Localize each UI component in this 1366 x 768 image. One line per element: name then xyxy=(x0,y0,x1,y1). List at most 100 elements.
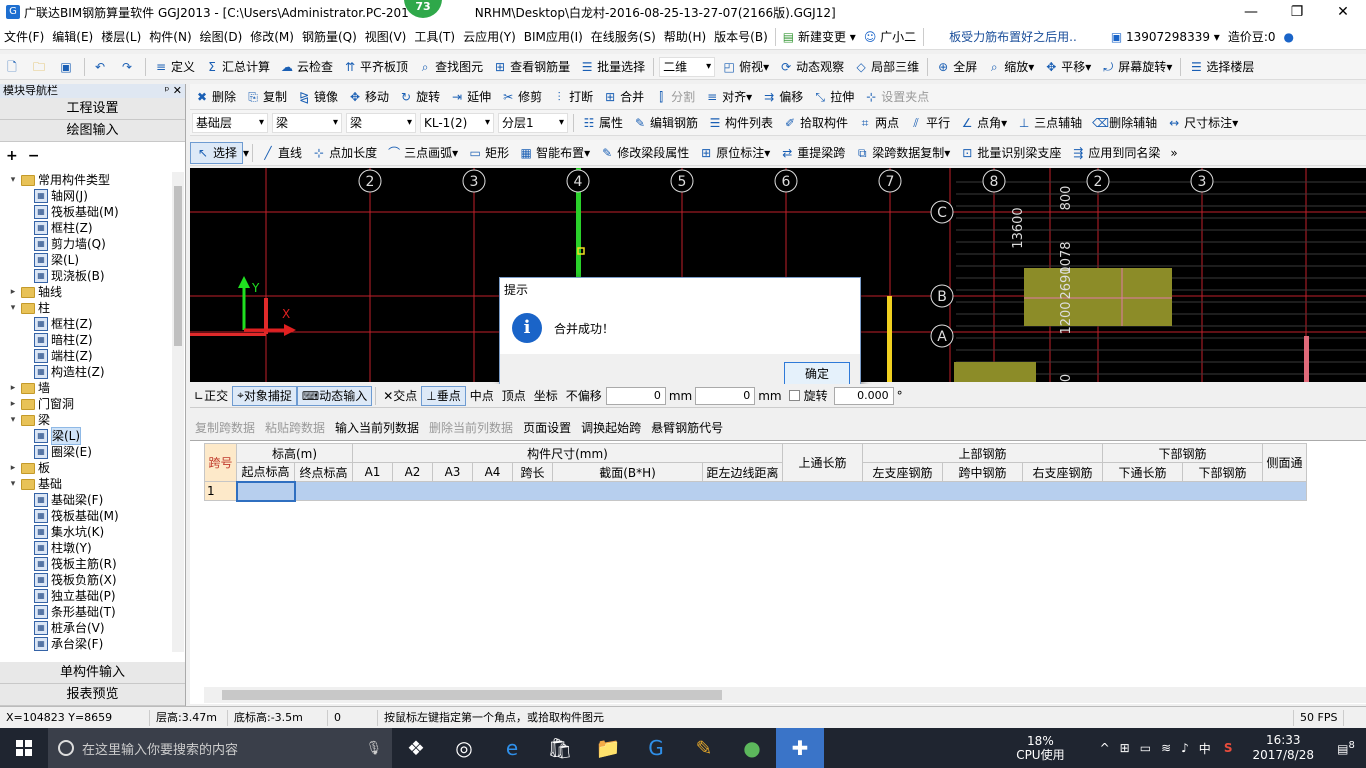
fullscreen-button[interactable]: ⊕ 全屏 xyxy=(931,56,982,78)
vertex-snap[interactable]: 顶点 xyxy=(498,386,530,406)
tree-item[interactable]: ▦ 承台梁(F) xyxy=(0,636,172,652)
green-app-icon[interactable]: ● xyxy=(728,728,776,768)
tree-item[interactable]: ▦ 筏板负筋(X) xyxy=(0,572,172,588)
beans-balance[interactable]: 造价豆:0 xyxy=(1224,28,1280,45)
active-cell[interactable] xyxy=(235,480,296,502)
tool-4-button[interactable]: ⌗ 两点 xyxy=(853,112,904,134)
tree-item[interactable]: ▦ 轴网(J) xyxy=(0,188,172,204)
pin-icon[interactable]: ᵖ xyxy=(165,84,170,97)
menu-item[interactable]: 在线服务(S) xyxy=(587,28,660,45)
volume-icon[interactable]: ♪ xyxy=(1181,741,1189,755)
floor-dropdown[interactable]: 基础层 xyxy=(192,112,268,133)
grid-tool-button[interactable]: 删除当前列数据 xyxy=(424,419,518,436)
tool-1-button[interactable]: ⊹ 点加长度 xyxy=(307,142,382,164)
close-button[interactable]: ✕ xyxy=(1320,0,1366,24)
notification-center-icon[interactable]: ▤8 xyxy=(1326,740,1366,756)
pan-button[interactable]: ✥ 平移 ▾ xyxy=(1039,56,1096,78)
minimize-button[interactable]: — xyxy=(1228,0,1274,24)
tree-item[interactable]: ▾ 梁 xyxy=(0,412,172,428)
tree-item[interactable]: ▦ 基础梁(F) xyxy=(0,492,172,508)
tree-item[interactable]: ▦ 筏板基础(M) xyxy=(0,508,172,524)
tool-0-button[interactable]: ☷ 属性 xyxy=(577,112,628,134)
perpendicular-snap[interactable]: ⊥ 垂点 xyxy=(421,385,466,406)
task-view-icon[interactable]: ❖ xyxy=(392,728,440,768)
table-row[interactable] xyxy=(294,481,1307,501)
beans-icon[interactable]: ● xyxy=(1280,30,1298,44)
tree-item[interactable]: ▦ 框柱(Z) xyxy=(0,220,172,236)
tool-12-button[interactable]: ⤡ 拉伸 xyxy=(808,86,859,108)
tool-5-button[interactable]: ⇥ 延伸 xyxy=(445,86,496,108)
tool-7-button[interactable]: ⇄ 重提梁跨 xyxy=(775,142,850,164)
collapse-all-icon[interactable]: − xyxy=(28,148,40,164)
tool-8-button[interactable]: ⌫ 删除辅轴 xyxy=(1087,112,1162,134)
view-mode-dropdown[interactable]: 二维 xyxy=(659,56,716,77)
tree-item[interactable]: ▦ 现浇板(B) xyxy=(0,268,172,284)
select-tool-button[interactable]: ↖ 选择 xyxy=(190,141,244,164)
open-file-button[interactable]: 🗀 xyxy=(27,56,54,78)
menu-item[interactable]: 编辑(E) xyxy=(48,28,97,45)
tree-item[interactable]: ▦ 集水坑(K) xyxy=(0,524,172,540)
tree-item[interactable]: ▸ 轴线 xyxy=(0,284,172,300)
tool-6-button[interactable]: ⊞ 原位标注 ▾ xyxy=(694,142,775,164)
expand-toggle-icon[interactable]: ▾ xyxy=(8,476,18,492)
tree-item[interactable]: ▸ 墙 xyxy=(0,380,172,396)
tool-2-button[interactable]: ☰ 构件列表 xyxy=(703,112,778,134)
tree-item[interactable]: ▾ 常用构件类型 xyxy=(0,172,172,188)
tool-9-button[interactable]: ↔ 尺寸标注 ▾ xyxy=(1162,112,1243,134)
grid-tool-button[interactable]: 页面设置 xyxy=(518,419,576,436)
x-offset-input[interactable]: 0 xyxy=(605,386,666,405)
grid-tool-button[interactable]: 调换起始跨 xyxy=(576,419,646,436)
tree-item[interactable]: ▾ 柱 xyxy=(0,300,172,316)
grid-tool-button[interactable]: 悬臂钢筋代号 xyxy=(646,419,728,436)
report-preview-button[interactable]: 报表预览 xyxy=(0,684,185,706)
menu-item[interactable]: 修改(M) xyxy=(246,28,298,45)
y-offset-input[interactable]: 0 xyxy=(695,386,756,405)
project-settings-button[interactable]: 工程设置 xyxy=(0,98,185,120)
save-button[interactable]: ▣ xyxy=(54,56,81,78)
restore-button[interactable]: ❐ xyxy=(1274,0,1320,24)
tree-item[interactable]: ▦ 暗柱(Z) xyxy=(0,332,172,348)
undo-button[interactable]: ↶ xyxy=(88,56,115,78)
tool-3-button[interactable]: ✥ 移动 xyxy=(343,86,394,108)
grid-horizontal-scrollbar[interactable] xyxy=(204,687,1366,703)
menu-item[interactable]: 钢筋量(Q) xyxy=(298,28,361,45)
tree-item[interactable]: ▦ 构造柱(Z) xyxy=(0,364,172,380)
tree-item[interactable]: ▦ 端柱(Z) xyxy=(0,348,172,364)
tool-5-button[interactable]: ⫽ 平行 xyxy=(904,112,955,134)
menu-item[interactable]: 文件(F) xyxy=(0,28,48,45)
dynamic-orbit-button[interactable]: ⟳ 动态观察 xyxy=(774,56,849,78)
expand-toggle-icon[interactable]: ▾ xyxy=(8,412,18,428)
tree-item[interactable]: ▾ 基础 xyxy=(0,476,172,492)
rotate-angle-input[interactable]: 0.000 xyxy=(833,386,894,405)
clock[interactable]: 16:33 2017/8/28 xyxy=(1252,733,1314,763)
sogou-icon[interactable]: S xyxy=(1224,741,1233,755)
tool-1-button[interactable]: ⎘ 复制 xyxy=(241,86,292,108)
tree-item[interactable]: ▦ 柱墩(Y) xyxy=(0,540,172,556)
tree-item[interactable]: ▦ 圈梁(E) xyxy=(0,444,172,460)
tray-expand-icon[interactable]: ^ xyxy=(1100,741,1110,755)
start-button[interactable] xyxy=(0,728,48,768)
assistant-menu[interactable]: ☺ 广小二 xyxy=(860,28,920,45)
active-app-icon[interactable]: ✚ xyxy=(776,728,824,768)
menu-item[interactable]: 版本号(B) xyxy=(710,28,772,45)
tree-item[interactable]: ▦ 剪力墙(Q) xyxy=(0,236,172,252)
tool-13-button[interactable]: ⊹ 设置夹点 xyxy=(859,86,934,108)
tool-0-button[interactable]: ✖ 删除 xyxy=(190,86,241,108)
battery-icon[interactable]: ▭ xyxy=(1140,741,1151,755)
local-3d-button[interactable]: ◇ 局部三维 xyxy=(849,56,924,78)
tool-1-button[interactable]: Σ 汇总计算 xyxy=(200,56,275,78)
grid-tool-button[interactable]: 粘贴跨数据 xyxy=(260,419,330,436)
expand-toggle-icon[interactable]: ▸ xyxy=(8,380,18,396)
tool-2-button[interactable]: ⌒ 三点画弧 ▾ xyxy=(382,142,463,164)
store-icon[interactable]: 🛍 xyxy=(536,728,584,768)
tree-item[interactable]: ▦ 筏板基础(M) xyxy=(0,204,172,220)
offset-mode[interactable]: 不偏移 xyxy=(562,386,606,406)
more-tools-button[interactable]: » xyxy=(1165,142,1182,164)
menu-item[interactable]: 工具(T) xyxy=(410,28,459,45)
tool-11-button[interactable]: ⇉ 偏移 xyxy=(757,86,808,108)
tool-8-button[interactable]: ⧉ 梁跨数据复制 ▾ xyxy=(850,142,955,164)
edge-icon[interactable]: e xyxy=(488,728,536,768)
tree-item[interactable]: ▦ 独立基础(P) xyxy=(0,588,172,604)
browser-icon[interactable]: ◎ xyxy=(440,728,488,768)
account-menu[interactable]: ▣ 13907298339 ▾ xyxy=(1107,30,1224,44)
